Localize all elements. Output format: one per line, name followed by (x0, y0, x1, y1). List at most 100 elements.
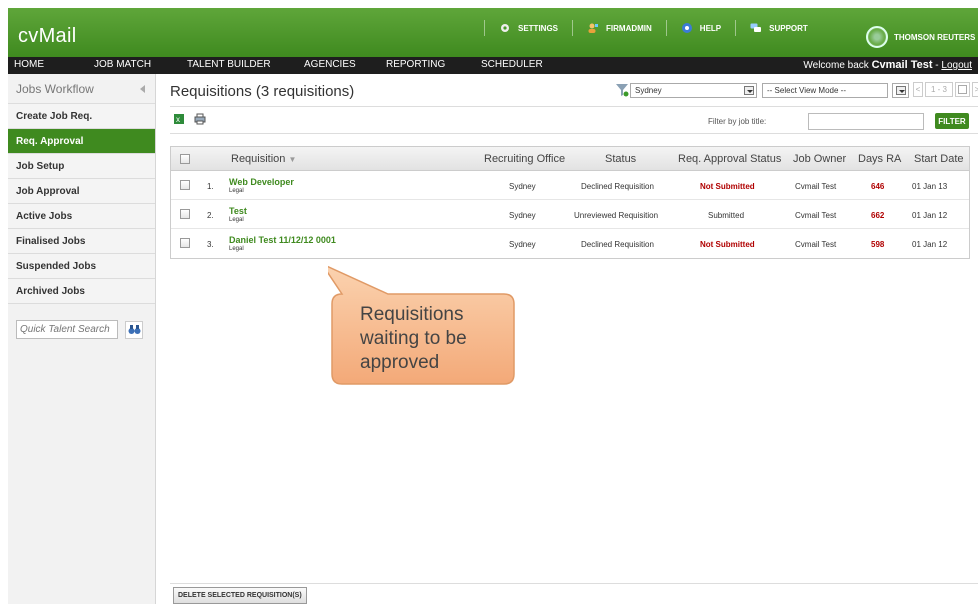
cell-owner: Cvmail Test (795, 182, 837, 191)
view-mode-dropdown-button[interactable] (892, 83, 909, 98)
nav-job-match[interactable]: JOB MATCH (94, 59, 151, 70)
main-nav: HOME JOB MATCH TALENT BUILDER AGENCIES R… (8, 57, 978, 74)
col-job-owner: Job Owner (793, 153, 847, 165)
nav-reporting[interactable]: REPORTING (386, 59, 445, 70)
requisitions-table: Requisition ▼ Recruiting Office Status R… (170, 146, 970, 259)
sidebar-item-archived-jobs[interactable]: Archived Jobs (8, 279, 155, 304)
row-checkbox[interactable] (180, 209, 190, 219)
row-checkbox[interactable] (180, 238, 190, 248)
requisition-link[interactable]: Daniel Test 11/12/12 0001 (229, 235, 336, 245)
office-select[interactable]: Sydney (630, 83, 757, 98)
quick-talent-search-input[interactable] (16, 320, 118, 339)
sidebar-item-req-approval[interactable]: Req. Approval (8, 129, 155, 154)
logout-link[interactable]: Logout (941, 60, 972, 71)
help-icon (681, 23, 692, 33)
print-icon[interactable] (194, 113, 206, 125)
top-header: cvMail SETTINGS FIRMADMIN HELP SUPPORT T… (8, 8, 978, 57)
sidebar-item-finalised-jobs[interactable]: Finalised Jobs (8, 229, 155, 254)
gear-icon (501, 24, 509, 32)
cell-status: Unreviewed Requisition (574, 211, 659, 220)
nav-scheduler[interactable]: SCHEDULER (481, 59, 543, 70)
cell-days-ra: 662 (871, 211, 885, 220)
chevron-down-icon (958, 85, 967, 94)
support-label: SUPPORT (769, 23, 808, 33)
col-days-ra: Days RA (858, 153, 902, 165)
funnel-filter-icon[interactable] (615, 83, 629, 97)
table-row[interactable]: 3. Daniel Test 11/12/12 0001 Legal Sydne… (171, 229, 969, 258)
col-req-approval-status: Req. Approval Status (678, 153, 782, 165)
table-row[interactable]: 2. Test Legal Sydney Unreviewed Requisit… (171, 200, 969, 229)
row-number: 2. (207, 211, 214, 220)
cell-office: Sydney (509, 240, 536, 249)
pager-next[interactable]: > (972, 82, 978, 97)
pager: < 1 - 3 > (913, 82, 978, 97)
sidebar-item-create-job-req[interactable]: Create Job Req. (8, 104, 155, 129)
callout-line-2: waiting to be (359, 328, 467, 349)
help-link[interactable]: HELP (665, 20, 735, 36)
nav-home[interactable]: HOME (14, 59, 44, 70)
welcome-user: Cvmail Test (871, 59, 933, 71)
page-title: Requisitions (3 requisitions) (170, 83, 355, 100)
chevron-down-icon (896, 86, 906, 95)
cell-start-date: 01 Jan 12 (912, 211, 948, 220)
nav-talent-builder[interactable]: TALENT BUILDER (187, 59, 271, 70)
requisition-link[interactable]: Web Developer (229, 177, 294, 187)
globe-icon (866, 26, 888, 48)
binoculars-icon (128, 325, 140, 334)
cell-approval-status: Not Submitted (700, 240, 755, 249)
col-status: Status (605, 153, 637, 165)
settings-label: SETTINGS (518, 23, 559, 33)
pager-dropdown[interactable] (955, 82, 970, 97)
cell-owner: Cvmail Test (795, 240, 837, 249)
settings-link[interactable]: SETTINGS (484, 20, 572, 36)
cell-start-date: 01 Jan 12 (912, 240, 948, 249)
cell-start-date: 01 Jan 13 (912, 182, 948, 191)
firmadmin-link[interactable]: FIRMADMIN (572, 20, 666, 36)
filter-button[interactable]: FILTER (935, 113, 969, 129)
sidebar: Jobs Workflow Create Job Req. Req. Appro… (8, 74, 156, 604)
cell-status: Declined Requisition (581, 182, 654, 191)
collapse-arrow-icon[interactable] (140, 85, 145, 93)
requisition-dept: Legal (229, 188, 244, 194)
table-footer: DELETE SELECTED REQUISITION(S) (170, 583, 978, 604)
requisition-link[interactable]: Test (229, 206, 247, 216)
table-row[interactable]: 1. Web Developer Legal Sydney Declined R… (171, 171, 969, 200)
row-number: 3. (207, 240, 214, 249)
support-chat-icon (750, 23, 762, 32)
view-mode-select[interactable]: -- Select View Mode -- (762, 83, 888, 98)
sidebar-item-active-jobs[interactable]: Active Jobs (8, 204, 155, 229)
col-requisition[interactable]: Requisition ▼ (231, 153, 296, 165)
cell-owner: Cvmail Test (795, 211, 837, 220)
view-mode-select-value: -- Select View Mode -- (767, 86, 846, 95)
sidebar-header: Jobs Workflow (8, 74, 155, 104)
col-start-date: Start Date (914, 153, 964, 165)
sidebar-item-suspended-jobs[interactable]: Suspended Jobs (8, 254, 155, 279)
cell-days-ra: 646 (871, 182, 885, 191)
cell-office: Sydney (509, 182, 536, 191)
welcome-message: Welcome back Cvmail Test - Logout (803, 59, 972, 71)
select-all-checkbox[interactable] (180, 154, 190, 164)
col-recruiting-office: Recruiting Office (484, 153, 566, 165)
cell-office: Sydney (509, 211, 536, 220)
cell-days-ra: 598 (871, 240, 885, 249)
excel-export-icon[interactable]: x (173, 113, 185, 125)
binoculars-search-button[interactable] (125, 320, 143, 339)
requisition-dept: Legal (229, 217, 244, 223)
pager-prev[interactable]: < (913, 82, 923, 97)
sidebar-title: Jobs Workflow (16, 81, 94, 96)
welcome-prefix: Welcome back (803, 60, 872, 71)
table-toolbar: x Filter by job title: FILTER (170, 106, 978, 134)
brand-logo: THOMSON REUTERS (866, 26, 975, 48)
app-logo[interactable]: cvMail (18, 25, 76, 48)
main-content: Requisitions (3 requisitions) Sydney -- … (170, 74, 978, 604)
svg-text:x: x (176, 115, 180, 124)
row-checkbox[interactable] (180, 180, 190, 190)
nav-agencies[interactable]: AGENCIES (304, 59, 356, 70)
support-link[interactable]: SUPPORT (735, 20, 822, 36)
filter-job-title-input[interactable] (808, 113, 924, 130)
sidebar-item-job-setup[interactable]: Job Setup (8, 154, 155, 179)
col-requisition-label: Requisition (231, 153, 286, 165)
sidebar-item-job-approval[interactable]: Job Approval (8, 179, 155, 204)
filter-label: Filter by job title: (708, 117, 767, 126)
delete-selected-button[interactable]: DELETE SELECTED REQUISITION(S) (173, 587, 307, 604)
